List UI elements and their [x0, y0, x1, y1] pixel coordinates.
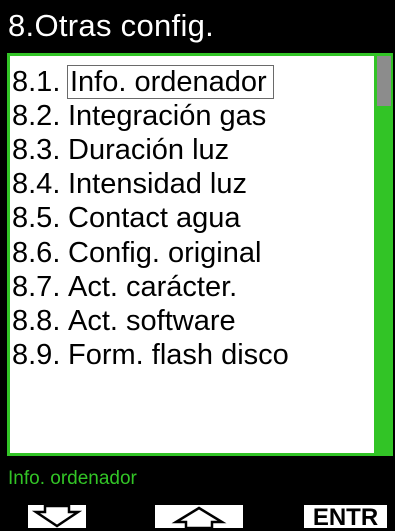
- arrow-up-icon: [171, 506, 227, 528]
- menu-item-label: Form. flash disco: [68, 339, 289, 371]
- menu-item-label: Config. original: [68, 237, 262, 269]
- enter-label: ENTR: [312, 504, 379, 531]
- menu-item-label: Integración gas: [68, 100, 267, 132]
- menu-item-number: 8.2.: [12, 100, 61, 132]
- menu-item-label: Act. carácter.: [68, 271, 238, 303]
- status-text: Info. ordenador: [8, 468, 137, 489]
- enter-softkey[interactable]: ENTR: [304, 504, 387, 531]
- menu-item-number: 8.5.: [12, 202, 61, 234]
- menu-item-number: 8.9.: [12, 339, 61, 371]
- menu-item-number: 8.3.: [12, 134, 61, 166]
- down-softkey[interactable]: [28, 505, 86, 528]
- menu-item-number: 8.6.: [12, 237, 61, 269]
- header-bar: 8.Otras config.: [0, 0, 395, 48]
- scrollbar[interactable]: [377, 56, 391, 453]
- menu-item-label: Duración luz: [68, 134, 230, 166]
- arrow-down-icon: [31, 505, 83, 528]
- up-softkey[interactable]: [155, 505, 243, 528]
- menu-item-label: Act. software: [68, 305, 236, 337]
- menu-item-number: 8.8.: [12, 305, 61, 337]
- menu-frame: 8.1. Info. ordenador 8.2. Integración ga…: [7, 53, 393, 456]
- scrollbar-thumb[interactable]: [377, 56, 391, 106]
- menu-item-label: Intensidad luz: [68, 168, 247, 200]
- menu-item-label: Contact agua: [68, 202, 241, 234]
- menu-item-label: Info. ordenador: [67, 65, 274, 99]
- menu-list: 8.1. Info. ordenador 8.2. Integración ga…: [10, 56, 374, 453]
- menu-item-number: 8.7.: [12, 271, 61, 303]
- menu-item-number: 8.1.: [12, 66, 61, 98]
- menu-item-number: 8.4.: [12, 168, 61, 200]
- page-title: 8.Otras config.: [8, 8, 215, 43]
